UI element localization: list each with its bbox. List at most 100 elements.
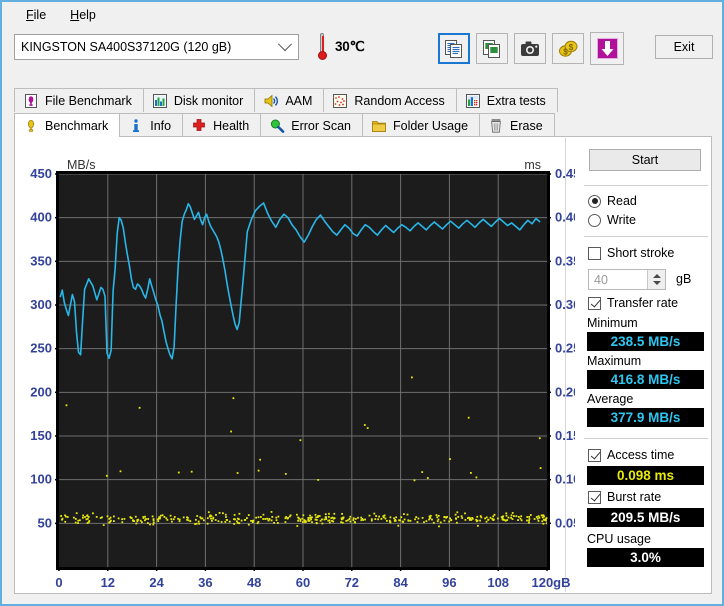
thermometer-icon <box>316 32 328 62</box>
money-icon: $ $ <box>559 40 578 57</box>
tab-info[interactable]: Info <box>119 113 184 137</box>
download-button[interactable] <box>590 32 624 65</box>
svg-text:300: 300 <box>30 297 52 312</box>
exit-button-label: Exit <box>673 40 695 54</box>
tab-benchmark[interactable]: Benchmark <box>14 113 121 137</box>
checkbox-access-time-indicator <box>588 448 601 462</box>
svg-text:0.10: 0.10 <box>555 472 575 487</box>
tab-health-label: Health <box>213 118 250 133</box>
tab-error-scan[interactable]: Error Scan <box>260 113 363 137</box>
chevron-down-icon[interactable] <box>652 281 661 285</box>
svg-text:$: $ <box>563 47 568 56</box>
download-arrow-icon <box>596 38 618 59</box>
tab-info-label: Info <box>150 118 172 133</box>
tab-aam-label: AAM <box>285 93 313 108</box>
svg-text:50: 50 <box>38 515 52 530</box>
radio-read[interactable]: Read <box>588 194 637 208</box>
short-stroke-unit: gB <box>676 272 692 286</box>
svg-text:150: 150 <box>30 428 52 443</box>
tab-folder-usage[interactable]: Folder Usage <box>361 113 481 137</box>
svg-text:84: 84 <box>393 575 408 590</box>
maximum-value: 416.8 MB/s <box>587 370 704 389</box>
cpu-usage-label: CPU usage <box>587 532 651 546</box>
svg-text:200: 200 <box>30 384 52 399</box>
svg-text:$: $ <box>569 43 574 52</box>
tab-benchmark-label: Benchmark <box>45 118 109 133</box>
svg-text:400: 400 <box>30 210 52 225</box>
exit-button[interactable]: Exit <box>655 35 713 59</box>
copy-image-icon <box>483 39 500 58</box>
divider-1 <box>584 185 708 186</box>
temperature-value: 30℃ <box>335 39 365 54</box>
screenshot-button[interactable] <box>514 33 546 64</box>
average-value: 377.9 MB/s <box>587 408 704 427</box>
drive-select[interactable]: KINGSTON SA400S37120G (120 gB) <box>14 34 299 60</box>
svg-text:60: 60 <box>296 575 310 590</box>
checkbox-access-time[interactable]: Access time <box>588 448 674 462</box>
svg-text:0.30: 0.30 <box>555 297 575 312</box>
donate-button[interactable]: $ $ <box>552 33 584 64</box>
menu-item-help[interactable]: Help <box>58 6 108 24</box>
radio-write[interactable]: Write <box>588 213 636 227</box>
copy-text-button[interactable] <box>438 33 470 64</box>
tab-health[interactable]: Health <box>182 113 262 137</box>
svg-text:0.05: 0.05 <box>555 515 575 530</box>
svg-text:108: 108 <box>487 575 509 590</box>
tab-disk-monitor[interactable]: Disk monitor <box>142 88 256 112</box>
start-button[interactable]: Start <box>589 149 701 171</box>
chevron-down-icon[interactable] <box>272 35 298 59</box>
benchmark-chart: 50 100 150 200 250 300 350 400 450 0.05 0.10 0.15 0.… <box>15 137 575 593</box>
tab-row-lower: Benchmark Info Health Error Scan Folder … <box>14 113 555 137</box>
benchmark-chart-svg: 50 100 150 200 250 300 350 400 450 0.05 0.10 0.15 0.… <box>30 158 575 590</box>
divider-2 <box>584 236 708 237</box>
checkbox-access-time-label: Access time <box>607 448 675 462</box>
tab-erase[interactable]: Erase <box>479 113 555 137</box>
checkbox-burst-rate-label: Burst rate <box>607 490 662 504</box>
tab-random-access-label: Random Access <box>354 93 445 108</box>
tab-random-access[interactable]: Random Access <box>323 88 457 112</box>
chevron-up-icon[interactable] <box>652 274 661 278</box>
checkbox-burst-rate-indicator <box>588 490 601 504</box>
copy-image-button[interactable] <box>476 33 508 64</box>
minimum-label: Minimum <box>587 316 638 330</box>
tab-folder-usage-label: Folder Usage <box>392 118 469 133</box>
toolbar: KINGSTON SA400S37120G (120 gB) 30℃ $ $ E… <box>4 26 722 74</box>
tab-aam[interactable]: AAM <box>254 88 325 112</box>
short-stroke-spin-arrows[interactable] <box>647 270 665 289</box>
cpu-usage-value: 3.0% <box>587 548 704 567</box>
menu-item-file-rest: ile <box>33 8 47 22</box>
temperature-indicator: 30℃ <box>316 32 365 62</box>
svg-text:100: 100 <box>30 472 52 487</box>
folder-icon <box>372 120 386 132</box>
start-button-label: Start <box>631 153 659 167</box>
tab-extra-tests[interactable]: Extra tests <box>455 88 558 112</box>
svg-text:96: 96 <box>442 575 456 590</box>
radio-read-indicator <box>588 194 601 208</box>
menu-item-help-rest: elp <box>79 8 96 22</box>
checkbox-transfer-rate-indicator <box>588 296 601 310</box>
y-axis-label: MB/s <box>67 158 95 172</box>
checkbox-transfer-rate[interactable]: Transfer rate <box>588 296 678 310</box>
benchmark-icon <box>28 119 34 132</box>
tab-erase-label: Erase <box>510 118 543 133</box>
svg-text:0.45: 0.45 <box>555 166 575 181</box>
access-time-value: 0.098 ms <box>587 466 704 485</box>
checkbox-short-stroke[interactable]: Short stroke <box>588 246 674 260</box>
menu-item-file[interactable]: File <box>14 6 58 24</box>
extra-tests-icon <box>465 93 480 108</box>
copy-text-icon <box>445 39 462 58</box>
svg-text:120gB: 120gB <box>531 575 570 590</box>
short-stroke-stepper[interactable]: 40 <box>588 269 666 290</box>
file-benchmark-icon <box>25 93 37 108</box>
svg-text:0: 0 <box>55 575 62 590</box>
burst-rate-value: 209.5 MB/s <box>587 508 704 527</box>
tab-error-scan-label: Error Scan <box>291 118 351 133</box>
tab-file-benchmark[interactable]: File Benchmark <box>14 88 144 112</box>
disk-monitor-icon <box>152 93 167 108</box>
radio-write-label: Write <box>607 213 636 227</box>
svg-text:48: 48 <box>247 575 261 590</box>
checkbox-burst-rate[interactable]: Burst rate <box>588 490 661 504</box>
checkbox-short-stroke-label: Short stroke <box>607 246 675 260</box>
checkbox-short-stroke-indicator <box>588 246 601 260</box>
toolbar-buttons: $ $ <box>438 32 624 65</box>
